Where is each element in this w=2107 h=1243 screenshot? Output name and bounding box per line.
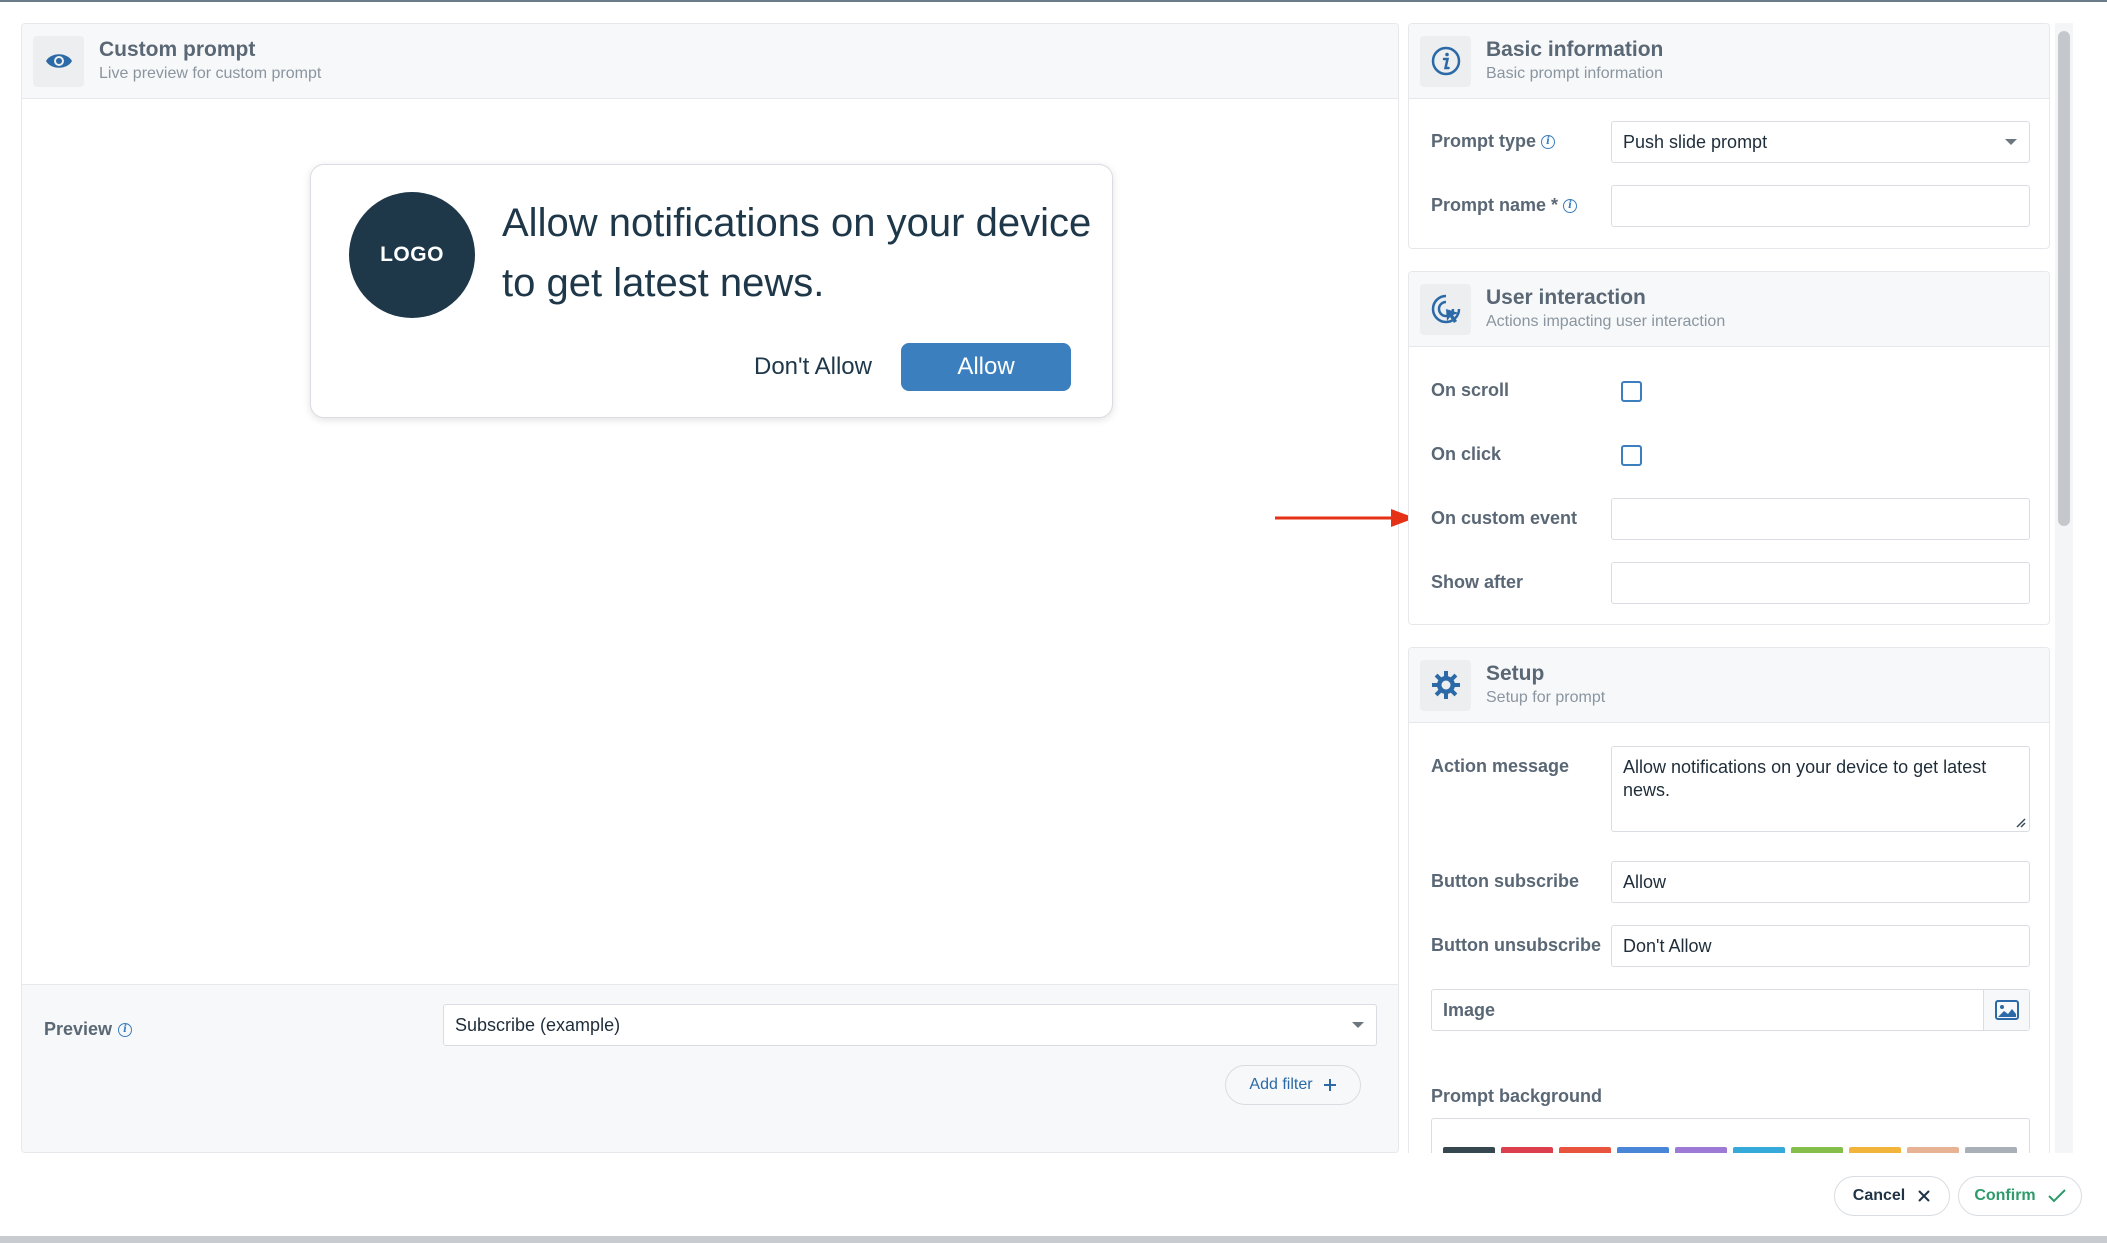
image-icon (1994, 1000, 2019, 1020)
image-picker-button[interactable] (1983, 990, 2029, 1030)
plus-icon (1323, 1079, 1336, 1091)
on-scroll-label: On scroll (1431, 380, 1510, 400)
confirm-label: Confirm (1974, 1187, 2036, 1204)
setup-header: Setup Setup for prompt (1409, 648, 2049, 723)
settings-column: Basic information Basic prompt informati… (1408, 23, 2050, 1153)
custom-prompt-header: Custom prompt Live preview for custom pr… (22, 24, 1398, 99)
card-subtitle: Setup for prompt (1486, 689, 1606, 706)
image-label: Image (1443, 999, 1496, 1020)
on-scroll-checkbox[interactable] (1621, 381, 1642, 402)
color-swatches (1443, 1147, 2017, 1153)
live-preview-area: LOGO Allow notifications on your device … (22, 99, 1398, 979)
color-swatch[interactable] (1733, 1147, 1785, 1153)
panel-subtitle: Live preview for custom prompt (99, 65, 322, 82)
on-click-label: On click (1431, 444, 1502, 464)
cancel-label: Cancel (1852, 1187, 1906, 1204)
action-message-textarea[interactable]: Allow notifications on your device to ge… (1611, 746, 2030, 832)
close-icon (1918, 1190, 1930, 1202)
info-icon[interactable]: i (1541, 134, 1556, 149)
preview-label: Preview (44, 1019, 113, 1039)
prompt-message: Allow notifications on your device to ge… (502, 201, 1092, 305)
annotation-arrow-icon (1275, 509, 1415, 527)
action-message-label: Action message (1431, 756, 1570, 776)
button-subscribe-label: Button subscribe (1431, 871, 1580, 891)
prompt-type-value: Push slide prompt (1623, 131, 1768, 152)
notification-prompt-card: LOGO Allow notifications on your device … (310, 164, 1113, 418)
on-custom-event-input[interactable] (1611, 498, 2030, 540)
button-unsubscribe-value: Don't Allow (1623, 935, 1712, 956)
action-message-value: Allow notifications on your device to ge… (1623, 757, 1987, 800)
on-click-checkbox[interactable] (1621, 445, 1642, 466)
prompt-type-label: Prompt type (1431, 131, 1537, 151)
settings-scrollbar[interactable] (2055, 23, 2073, 1153)
card-subtitle: Actions impacting user interaction (1486, 313, 1726, 330)
basic-information-card: Basic information Basic prompt informati… (1408, 23, 2050, 249)
button-unsubscribe-label: Button unsubscribe (1431, 935, 1601, 955)
info-icon (1420, 35, 1471, 87)
show-after-input[interactable] (1611, 562, 2030, 604)
button-subscribe-value: Allow (1623, 871, 1667, 892)
button-subscribe-input[interactable]: Allow (1611, 861, 2030, 903)
color-swatch[interactable] (1443, 1147, 1495, 1153)
dont-allow-button[interactable]: Don't Allow (738, 343, 888, 391)
color-swatch[interactable] (1907, 1147, 1959, 1153)
color-swatch[interactable] (1791, 1147, 1843, 1153)
color-swatch[interactable] (1559, 1147, 1611, 1153)
card-subtitle: Basic prompt information (1486, 65, 1663, 82)
show-after-label: Show after (1431, 572, 1524, 592)
prompt-name-label-row: Prompt name * i (1431, 195, 1578, 216)
scrollbar-thumb[interactable] (2058, 31, 2070, 526)
window-bottom-edge (0, 1236, 2107, 1243)
eye-icon (33, 35, 84, 87)
cursor-click-icon (1420, 283, 1471, 335)
prompt-name-input[interactable] (1611, 185, 2030, 227)
color-swatch[interactable] (1617, 1147, 1669, 1153)
color-swatch[interactable] (1965, 1147, 2017, 1153)
chevron-down-icon (2005, 139, 2017, 145)
basic-information-header: Basic information Basic prompt informati… (1409, 24, 2049, 99)
info-icon[interactable]: i (1563, 198, 1578, 213)
preview-footer: Preview i Subscribe (example) Add filter (22, 984, 1398, 1152)
info-icon[interactable]: i (118, 1022, 133, 1037)
allow-button[interactable]: Allow (901, 343, 1071, 391)
custom-prompt-panel: Custom prompt Live preview for custom pr… (21, 23, 1399, 1153)
button-unsubscribe-input[interactable]: Don't Allow (1611, 925, 2030, 967)
card-title: Basic information (1486, 38, 1664, 61)
gear-icon (1420, 659, 1471, 711)
card-title: Setup (1486, 662, 1545, 685)
chevron-down-icon (1352, 1022, 1364, 1028)
setup-card: Setup Setup for prompt Action message Al… (1408, 647, 2050, 1153)
preview-select-value: Subscribe (example) (455, 1014, 621, 1035)
prompt-type-label-row: Prompt type i (1431, 131, 1556, 152)
panel-title: Custom prompt (99, 38, 256, 61)
image-field[interactable]: Image (1431, 989, 2030, 1031)
preview-label-row: Preview i (44, 1019, 133, 1040)
color-swatch[interactable] (1849, 1147, 1901, 1153)
add-filter-button[interactable]: Add filter (1225, 1065, 1361, 1105)
logo-placeholder: LOGO (349, 192, 475, 318)
prompt-type-select[interactable]: Push slide prompt (1611, 121, 2030, 163)
prompt-background-label: Prompt background (1431, 1086, 1603, 1106)
prompt-background-picker (1431, 1118, 2030, 1153)
window-top-edge (0, 0, 2107, 2)
user-interaction-card: User interaction Actions impacting user … (1408, 271, 2050, 625)
resize-grip-icon[interactable] (2014, 816, 2026, 828)
on-custom-event-label: On custom event (1431, 508, 1578, 528)
cancel-button[interactable]: Cancel (1834, 1176, 1950, 1216)
add-filter-label: Add filter (1249, 1076, 1313, 1093)
color-swatch[interactable] (1501, 1147, 1553, 1153)
preview-select[interactable]: Subscribe (example) (443, 1004, 1377, 1046)
prompt-name-label: Prompt name * (1431, 195, 1559, 215)
card-title: User interaction (1486, 286, 1646, 309)
checkmark-icon (2047, 1189, 2066, 1203)
color-swatch[interactable] (1675, 1147, 1727, 1153)
confirm-button[interactable]: Confirm (1958, 1176, 2082, 1216)
user-interaction-header: User interaction Actions impacting user … (1409, 272, 2049, 347)
